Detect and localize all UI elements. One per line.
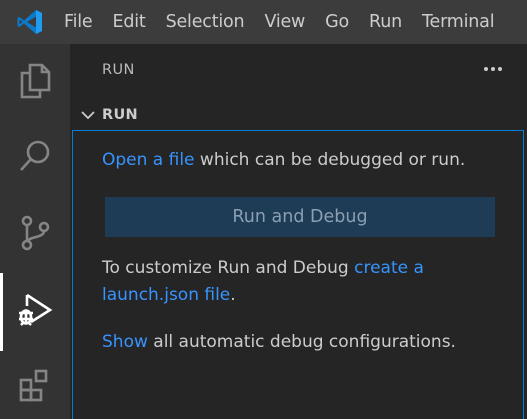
active-indicator <box>0 273 3 351</box>
menu-view[interactable]: View <box>254 0 315 44</box>
source-control-icon <box>18 214 52 256</box>
chevron-down-icon <box>78 105 98 125</box>
menu-terminal[interactable]: Terminal <box>412 0 504 44</box>
menu-go[interactable]: Go <box>315 0 359 44</box>
activity-bar <box>0 44 70 419</box>
vscode-logo-icon <box>0 0 60 44</box>
activity-run-debug[interactable] <box>0 273 70 351</box>
activity-extensions[interactable] <box>0 349 70 419</box>
sidebar-title: RUN <box>102 62 135 78</box>
menu-edit[interactable]: Edit <box>102 0 155 44</box>
vscode-window: File Edit Selection View Go Run Terminal <box>0 0 527 419</box>
more-actions-icon[interactable] <box>481 57 505 81</box>
run-sidebar: RUN RUN Open a file which can be debugge… <box>70 44 527 419</box>
menu-file[interactable]: File <box>60 0 102 44</box>
menu-run[interactable]: Run <box>359 0 412 44</box>
activity-search[interactable] <box>0 119 70 197</box>
open-file-message: Open a file which can be debugged or run… <box>102 147 502 174</box>
run-section-header[interactable]: RUN <box>70 102 527 128</box>
explorer-icon <box>18 62 52 104</box>
activity-source-control[interactable] <box>0 196 70 274</box>
run-and-debug-button[interactable]: Run and Debug <box>105 197 495 237</box>
activity-explorer[interactable] <box>0 44 70 122</box>
open-file-link[interactable]: Open a file <box>102 150 195 170</box>
run-debug-icon <box>15 290 55 334</box>
show-configs-message: Show all automatic debug configurations. <box>102 329 502 356</box>
show-configs-text: all automatic debug configurations. <box>147 332 456 352</box>
run-section-body: Open a file which can be debugged or run… <box>72 130 524 419</box>
menu-selection[interactable]: Selection <box>156 0 255 44</box>
section-title: RUN <box>102 107 138 123</box>
customize-end: . <box>230 285 236 305</box>
customize-text: To customize Run and Debug <box>102 258 355 278</box>
menu-bar: File Edit Selection View Go Run Terminal <box>0 0 527 44</box>
open-file-text: which can be debugged or run. <box>194 150 466 170</box>
customize-message: To customize Run and Debug create a laun… <box>102 255 502 309</box>
show-configurations-link[interactable]: Show <box>102 332 148 352</box>
extensions-icon <box>17 368 53 408</box>
search-icon <box>17 138 53 178</box>
